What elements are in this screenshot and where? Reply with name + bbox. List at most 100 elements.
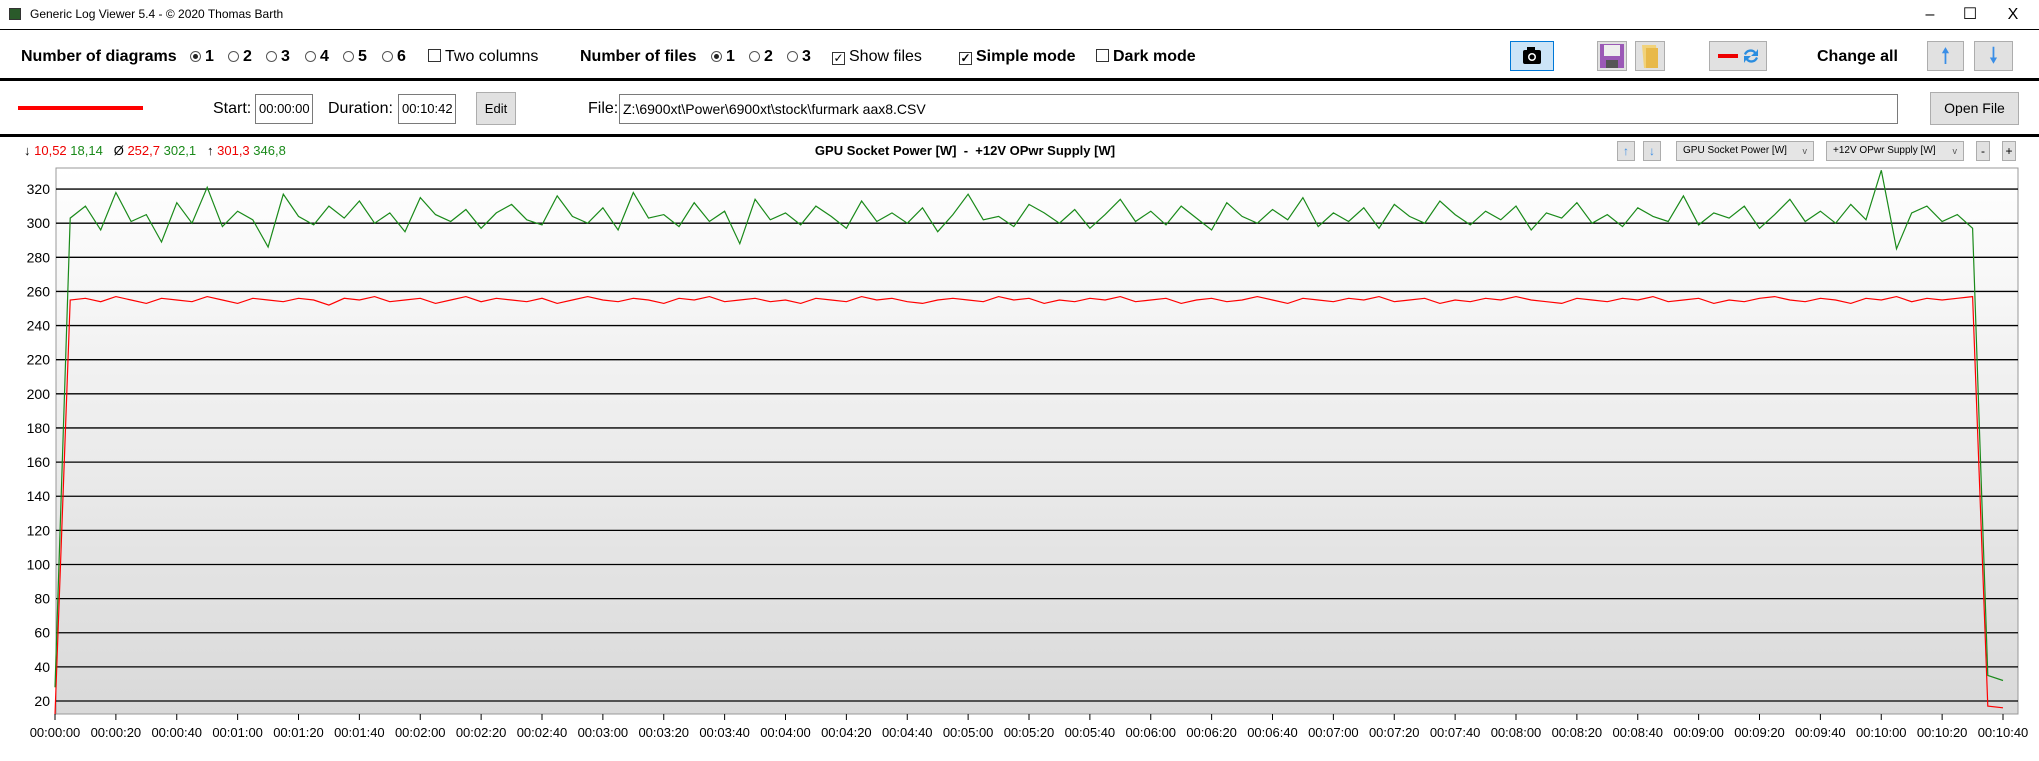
arrow-down-icon: ↓ (1649, 144, 1655, 158)
app-icon (9, 8, 21, 20)
y-tick-label: 260 (27, 283, 51, 299)
x-tick-label: 00:02:20 (456, 725, 507, 740)
save-button[interactable] (1597, 41, 1627, 71)
diagrams-radio-5[interactable]: 5 (343, 48, 367, 66)
diagrams-label: Number of diagrams (21, 48, 177, 65)
diagrams-radio-2[interactable]: 2 (228, 48, 252, 66)
max-icon: ↑ (207, 143, 214, 158)
x-tick-label: 00:04:00 (760, 725, 811, 740)
x-tick-label: 00:07:20 (1369, 725, 1420, 740)
diagrams-radio-4[interactable]: 4 (305, 48, 329, 66)
min-green-value: 18,14 (70, 143, 103, 158)
two-columns-checkbox[interactable]: Two columns (428, 48, 538, 66)
x-tick-label: 00:06:40 (1247, 725, 1298, 740)
max-red-value: 301,3 (217, 143, 250, 158)
x-tick-label: 00:00:20 (91, 725, 142, 740)
x-tick-label: 00:05:40 (1065, 725, 1116, 740)
minimize-button[interactable]: – (1910, 2, 1950, 28)
zoom-out-button[interactable]: - (1976, 141, 1990, 161)
x-tick-label: 00:06:20 (1186, 725, 1237, 740)
x-tick-label: 00:05:20 (1004, 725, 1055, 740)
close-button[interactable]: X (1993, 2, 2033, 28)
diagrams-radio-1[interactable]: 1 (190, 48, 214, 66)
diagram-up-button[interactable]: ↑ (1617, 141, 1635, 161)
min-red-value: 10,52 (34, 143, 67, 158)
maximize-button[interactable]: ☐ (1950, 2, 1990, 28)
floppy-save-icon (1600, 44, 1624, 68)
show-files-checkbox[interactable]: ✓ Show files (832, 48, 922, 66)
screenshot-button[interactable] (1510, 41, 1554, 71)
x-tick-label: 00:02:40 (517, 725, 568, 740)
y-tick-label: 120 (27, 522, 51, 538)
start-label: Start: (213, 100, 252, 117)
x-tick-label: 00:00:40 (151, 725, 202, 740)
line-color-swatch[interactable] (18, 106, 143, 110)
open-file-button[interactable]: Open File (1930, 92, 2019, 125)
y-tick-label: 80 (34, 591, 50, 607)
max-green-value: 346,8 (253, 143, 286, 158)
diagrams-radio-3[interactable]: 3 (266, 48, 290, 66)
start-input[interactable]: 00:00:00 (255, 94, 313, 124)
x-tick-label: 00:00:00 (30, 725, 81, 740)
simple-mode-checkbox[interactable]: ✓ Simple mode (959, 48, 1076, 66)
diagram-down-button[interactable]: ↓ (1643, 141, 1661, 161)
y-tick-label: 220 (27, 352, 51, 368)
folder-icon (1642, 45, 1658, 68)
stats-summary: ↓ 10,52 18,14 Ø 252,7 302,1 ↑ 301,3 346,… (24, 143, 286, 158)
move-down-all-button[interactable]: 🠗 (1974, 41, 2013, 71)
radio-icon (266, 51, 277, 62)
separator (0, 78, 2039, 81)
radio-icon (382, 51, 393, 62)
files-label: Number of files (580, 48, 697, 65)
series1-select[interactable]: GPU Socket Power [W] v (1676, 141, 1814, 161)
zoom-in-button[interactable]: + (2002, 141, 2016, 161)
y-tick-label: 240 (27, 318, 51, 334)
min-icon: ↓ (24, 143, 31, 158)
x-tick-label: 00:10:20 (1917, 725, 1968, 740)
arrow-up-icon: ↑ (1623, 144, 1629, 158)
x-tick-label: 00:07:40 (1430, 725, 1481, 740)
radio-icon (190, 51, 201, 62)
x-tick-label: 00:09:20 (1734, 725, 1785, 740)
avg-icon: Ø (113, 143, 124, 158)
x-tick-label: 00:03:20 (638, 725, 689, 740)
change-line-color-button[interactable] (1709, 41, 1767, 71)
chart-title: GPU Socket Power [W] - +12V OPwr Supply … (814, 143, 1116, 158)
y-tick-label: 60 (34, 625, 50, 641)
file-path-input[interactable]: Z:\6900xt\Power\6900xt\stock\furmark aax… (619, 94, 1898, 124)
y-tick-label: 140 (27, 488, 51, 504)
move-up-all-button[interactable]: 🠕 (1927, 41, 1964, 71)
edit-button[interactable]: Edit (476, 92, 516, 125)
checkmark-icon: ✓ (832, 51, 845, 65)
radio-icon (749, 51, 760, 62)
files-radio-3[interactable]: 3 (787, 48, 811, 66)
duration-input[interactable]: 00:10:42 (398, 94, 456, 124)
x-tick-label: 00:04:20 (821, 725, 872, 740)
x-tick-label: 00:01:00 (212, 725, 263, 740)
y-tick-label: 180 (27, 420, 51, 436)
dark-mode-checkbox[interactable]: Dark mode (1096, 48, 1196, 66)
y-tick-label: 280 (27, 249, 51, 265)
radio-icon (711, 51, 722, 62)
y-tick-label: 40 (34, 659, 50, 675)
series2-select[interactable]: +12V OPwr Supply [W] v (1826, 141, 1964, 161)
x-tick-label: 00:01:20 (273, 725, 324, 740)
x-tick-label: 00:09:40 (1795, 725, 1846, 740)
checkbox-icon (1096, 49, 1109, 62)
diagrams-radio-6[interactable]: 6 (382, 48, 406, 66)
open-folder-button[interactable] (1635, 41, 1665, 71)
y-tick-label: 20 (34, 693, 50, 709)
x-tick-label: 00:03:00 (578, 725, 629, 740)
files-radio-1[interactable]: 1 (711, 48, 735, 66)
y-tick-label: 320 (27, 181, 51, 197)
radio-icon (228, 51, 239, 62)
x-tick-label: 00:06:00 (1125, 725, 1176, 740)
x-tick-label: 00:03:40 (699, 725, 750, 740)
y-tick-label: 100 (27, 556, 51, 572)
radio-icon (787, 51, 798, 62)
duration-label: Duration: (328, 100, 393, 117)
radio-icon (343, 51, 354, 62)
avg-green-value: 302,1 (163, 143, 197, 158)
files-radio-2[interactable]: 2 (749, 48, 773, 66)
x-tick-label: 00:05:00 (943, 725, 994, 740)
